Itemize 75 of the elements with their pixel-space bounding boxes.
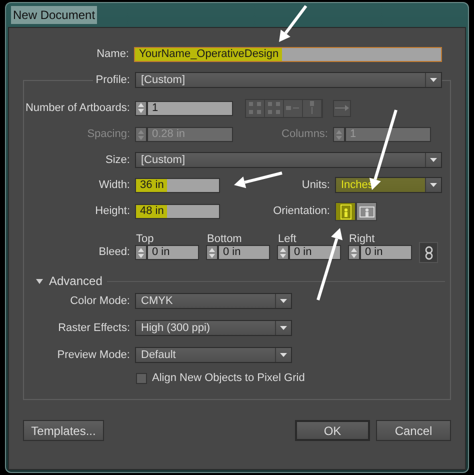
dropdown[interactable]: [Custom] (135, 72, 442, 88)
landscape-button[interactable] (357, 203, 376, 220)
field-label: Spacing: (87, 128, 130, 140)
field-label: Columns: (282, 128, 328, 140)
input-field[interactable]: 48 in (135, 204, 220, 219)
down-arrow-icon (351, 254, 357, 258)
input-field[interactable]: 0 in (147, 245, 199, 260)
down-arrow-icon (138, 136, 144, 140)
down-arrow-icon (209, 254, 215, 258)
chain-link-icon (424, 246, 432, 260)
spin-button[interactable] (348, 245, 360, 260)
up-arrow-icon (138, 103, 144, 107)
up-arrow-icon (209, 248, 215, 252)
field-label: Preview Mode: (57, 348, 130, 361)
caret-icon (280, 353, 287, 357)
field-label: Bleed: (98, 246, 130, 258)
input-field[interactable]: 0 in (218, 245, 270, 260)
down-arrow-icon (336, 136, 342, 140)
field-label: Width: (98, 178, 130, 191)
caret-icon (430, 78, 437, 82)
caret-icon (430, 183, 437, 187)
arrangement-icon (266, 100, 282, 116)
dropdown[interactable]: [Custom] (135, 152, 442, 168)
chain-link-button[interactable] (419, 242, 438, 263)
dialog-button[interactable]: Cancel (376, 420, 451, 441)
up-arrow-icon (138, 130, 144, 134)
field-label: Raster Effects: (58, 322, 130, 334)
down-arrow-icon (280, 254, 286, 258)
window-title: New Document (11, 6, 98, 24)
dropdown[interactable]: High (300 ppi) (135, 320, 292, 336)
field-label: Size: (106, 154, 130, 166)
layout-order-button[interactable] (333, 100, 351, 116)
column-label: Left (278, 233, 296, 245)
dialog-button[interactable]: OK (295, 420, 370, 441)
column-label: Top (136, 233, 154, 245)
dropdown[interactable]: Default (135, 347, 292, 363)
arrangement-icon (247, 100, 263, 116)
field-label: Height: (95, 205, 130, 218)
up-arrow-icon (336, 130, 342, 134)
input-field[interactable]: 0 in (360, 245, 412, 260)
checkbox[interactable] (136, 372, 147, 384)
input-field[interactable]: 1 (147, 100, 233, 116)
down-arrow-icon (138, 109, 144, 113)
down-arrow-icon (138, 254, 144, 258)
portrait-button[interactable] (336, 203, 355, 220)
dialog-button[interactable]: Templates... (23, 420, 104, 441)
input-field[interactable]: 36 in (135, 178, 220, 192)
right-arrow-icon (335, 105, 349, 111)
page-figure-icon (338, 204, 354, 220)
spin-button[interactable] (135, 100, 147, 116)
section-label: Advanced (49, 273, 102, 290)
dropdown[interactable]: CMYK (135, 293, 292, 309)
disclosure-triangle[interactable] (36, 278, 43, 284)
field-label: Units: (302, 178, 330, 191)
input-field[interactable]: YourName_OperativeDesign (134, 47, 442, 62)
up-arrow-icon (351, 248, 357, 252)
annotation-arrow (279, 5, 308, 42)
caret-icon (280, 299, 287, 303)
spin-button[interactable] (277, 245, 289, 260)
column-label: Right (349, 233, 375, 245)
field-label: Color Mode: (70, 294, 130, 307)
annotation-arrow (234, 172, 282, 188)
caret-icon (280, 326, 287, 330)
checkbox-label: Align New Objects to Pixel Grid (152, 370, 305, 386)
spin-button[interactable] (135, 245, 147, 260)
input-field[interactable]: 0 in (289, 245, 341, 260)
field-label: Name: (96, 48, 129, 60)
page-figure-icon (358, 204, 374, 220)
column-label: Bottom (207, 233, 242, 245)
spin-button[interactable] (206, 245, 218, 260)
field-label: Orientation: (273, 205, 330, 218)
caret-icon (430, 158, 437, 162)
field-label: Number of Artboards: (25, 102, 130, 114)
up-arrow-icon (280, 248, 286, 252)
up-arrow-icon (138, 248, 144, 252)
